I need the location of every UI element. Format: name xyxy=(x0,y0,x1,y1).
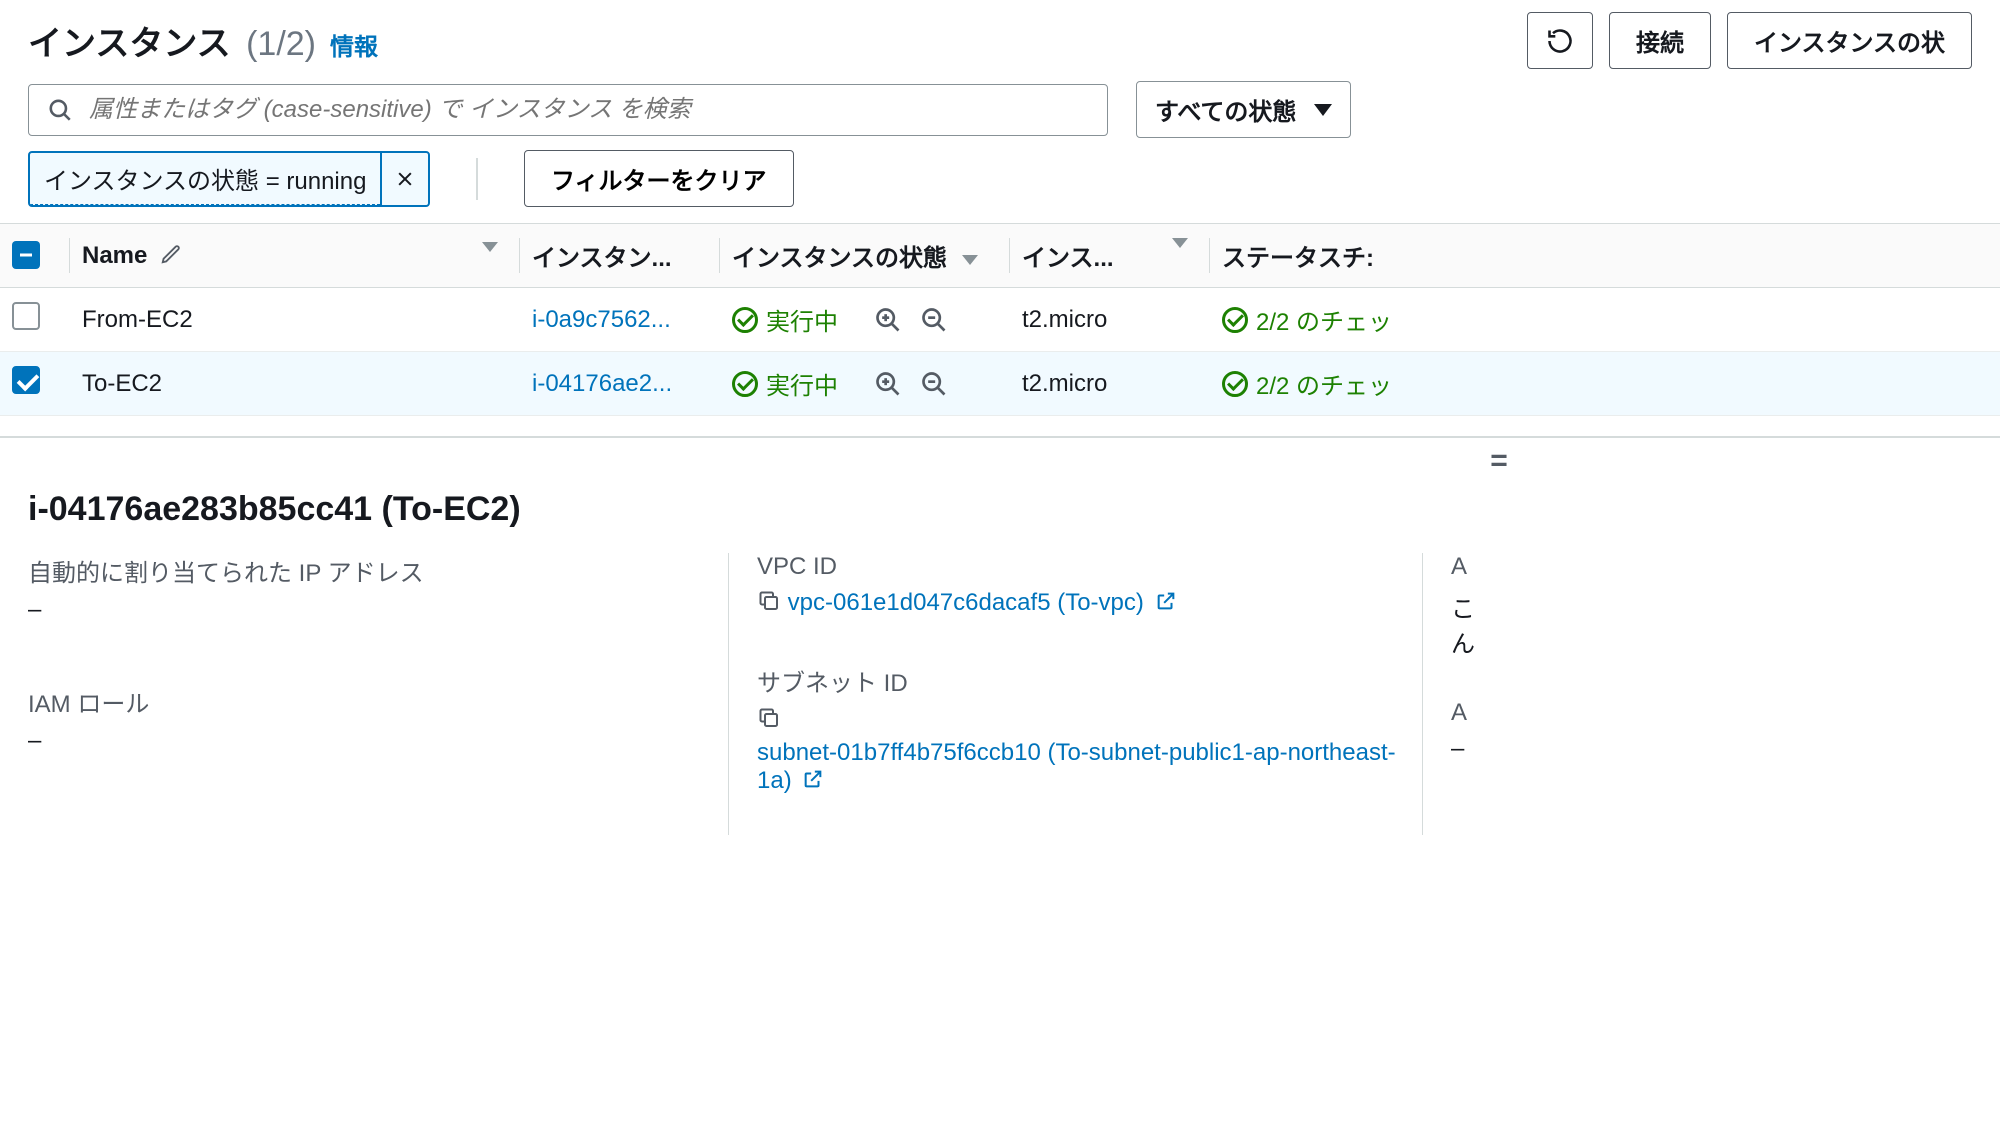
chevron-down-icon xyxy=(1314,104,1332,116)
field-col3-a: A こ ん xyxy=(1451,553,1972,659)
connect-button[interactable]: 接続 xyxy=(1609,12,1711,69)
close-icon xyxy=(395,169,415,189)
field-iam-role: IAM ロール – xyxy=(28,684,728,755)
instance-id-link[interactable]: i-04176ae2... xyxy=(532,370,672,397)
state-badge: 実行中 xyxy=(732,302,838,337)
zoom-in-icon[interactable] xyxy=(874,306,902,334)
indeterminate-icon xyxy=(17,246,35,264)
search-icon xyxy=(47,97,73,123)
clear-filters-button[interactable]: フィルターをクリア xyxy=(524,150,794,207)
table-row[interactable]: To-EC2 i-04176ae2... 実行中 t2.micro xyxy=(0,352,2000,416)
zoom-out-icon[interactable] xyxy=(920,306,948,334)
resize-handle[interactable]: = xyxy=(1000,438,2000,484)
field-label: A xyxy=(1451,553,1972,581)
cell-name: From-EC2 xyxy=(70,288,520,352)
field-value: こ xyxy=(1451,589,1972,624)
check-circle-icon xyxy=(732,307,758,333)
field-label: IAM ロール xyxy=(28,684,728,719)
external-link-icon xyxy=(1155,590,1177,612)
col-status[interactable]: ステータスチ: xyxy=(1210,224,2000,288)
page-title: インスタンス (1/2) xyxy=(28,16,316,65)
cell-name: To-EC2 xyxy=(70,352,520,416)
field-subnet-id: サブネット ID subnet-01b7ff4b75f6ccb10 (To-su… xyxy=(757,663,1422,795)
status-check: 2/2 のチェッ xyxy=(1222,302,1392,337)
col-name[interactable]: Name xyxy=(70,224,520,288)
field-value: ん xyxy=(1451,624,1972,659)
search-input[interactable] xyxy=(87,95,1089,125)
field-auto-ip: 自動的に割り当てられた IP アドレス – xyxy=(28,553,728,624)
field-label: サブネット ID xyxy=(757,663,1422,698)
instance-id-link[interactable]: i-0a9c7562... xyxy=(532,306,671,333)
sort-icon xyxy=(962,255,978,265)
select-all-checkbox[interactable] xyxy=(12,241,40,269)
row-checkbox[interactable] xyxy=(12,302,40,330)
info-link[interactable]: 情報 xyxy=(330,27,378,62)
zoom-in-icon[interactable] xyxy=(874,370,902,398)
detail-title: i-04176ae283b85cc41 (To-EC2) xyxy=(0,484,2000,553)
field-label: VPC ID xyxy=(757,553,1422,581)
sort-icon xyxy=(482,242,498,252)
col-type[interactable]: インス... xyxy=(1010,224,1210,288)
field-value: – xyxy=(28,727,728,755)
cell-type: t2.micro xyxy=(1010,352,1210,416)
copy-icon[interactable] xyxy=(757,706,781,730)
title-text: インスタンス xyxy=(28,25,231,63)
filter-chip-label: インスタンスの状態 = running xyxy=(30,153,380,205)
check-circle-icon xyxy=(1222,371,1248,397)
details-panel: = i-04176ae283b85cc41 (To-EC2) 自動的に割り当てら… xyxy=(0,436,2000,835)
search-box[interactable] xyxy=(28,84,1108,136)
col-instance-id[interactable]: インスタン... xyxy=(520,224,720,288)
instance-state-menu-button[interactable]: インスタンスの状 xyxy=(1727,12,1972,69)
zoom-out-icon[interactable] xyxy=(920,370,948,398)
sort-icon xyxy=(1172,238,1188,248)
status-check: 2/2 のチェッ xyxy=(1222,366,1392,401)
field-label: 自動的に割り当てられた IP アドレス xyxy=(28,553,728,588)
field-value: – xyxy=(1451,735,1972,763)
external-link-icon xyxy=(802,768,824,790)
subnet-link[interactable]: subnet-01b7ff4b75f6ccb10 (To-subnet-publ… xyxy=(757,739,1396,794)
instances-table: Name インスタン... インスタンスの状態 インス... ステータスチ: F xyxy=(0,223,2000,416)
refresh-icon xyxy=(1546,27,1574,55)
edit-icon xyxy=(160,243,182,265)
remove-filter-button[interactable] xyxy=(380,153,428,205)
divider xyxy=(476,158,478,200)
selection-count: (1/2) xyxy=(246,25,316,63)
field-value: – xyxy=(28,596,728,624)
vpc-link[interactable]: vpc-061e1d047c6dacaf5 (To-vpc) xyxy=(788,589,1177,616)
cell-type: t2.micro xyxy=(1010,288,1210,352)
col-state[interactable]: インスタンスの状態 xyxy=(720,224,1010,288)
table-row[interactable]: From-EC2 i-0a9c7562... 実行中 t2.micro xyxy=(0,288,2000,352)
state-badge: 実行中 xyxy=(732,366,838,401)
row-checkbox[interactable] xyxy=(12,366,40,394)
refresh-button[interactable] xyxy=(1527,12,1593,69)
copy-icon[interactable] xyxy=(757,589,781,613)
state-filter-label: すべての状態 xyxy=(1155,92,1296,127)
state-filter-dropdown[interactable]: すべての状態 xyxy=(1136,81,1351,138)
check-circle-icon xyxy=(732,371,758,397)
field-col3-b: A – xyxy=(1451,699,1972,763)
check-circle-icon xyxy=(1222,307,1248,333)
field-label: A xyxy=(1451,699,1972,727)
field-vpc-id: VPC ID vpc-061e1d047c6dacaf5 (To-vpc) xyxy=(757,553,1422,617)
filter-chip-state-running[interactable]: インスタンスの状態 = running xyxy=(28,151,430,207)
